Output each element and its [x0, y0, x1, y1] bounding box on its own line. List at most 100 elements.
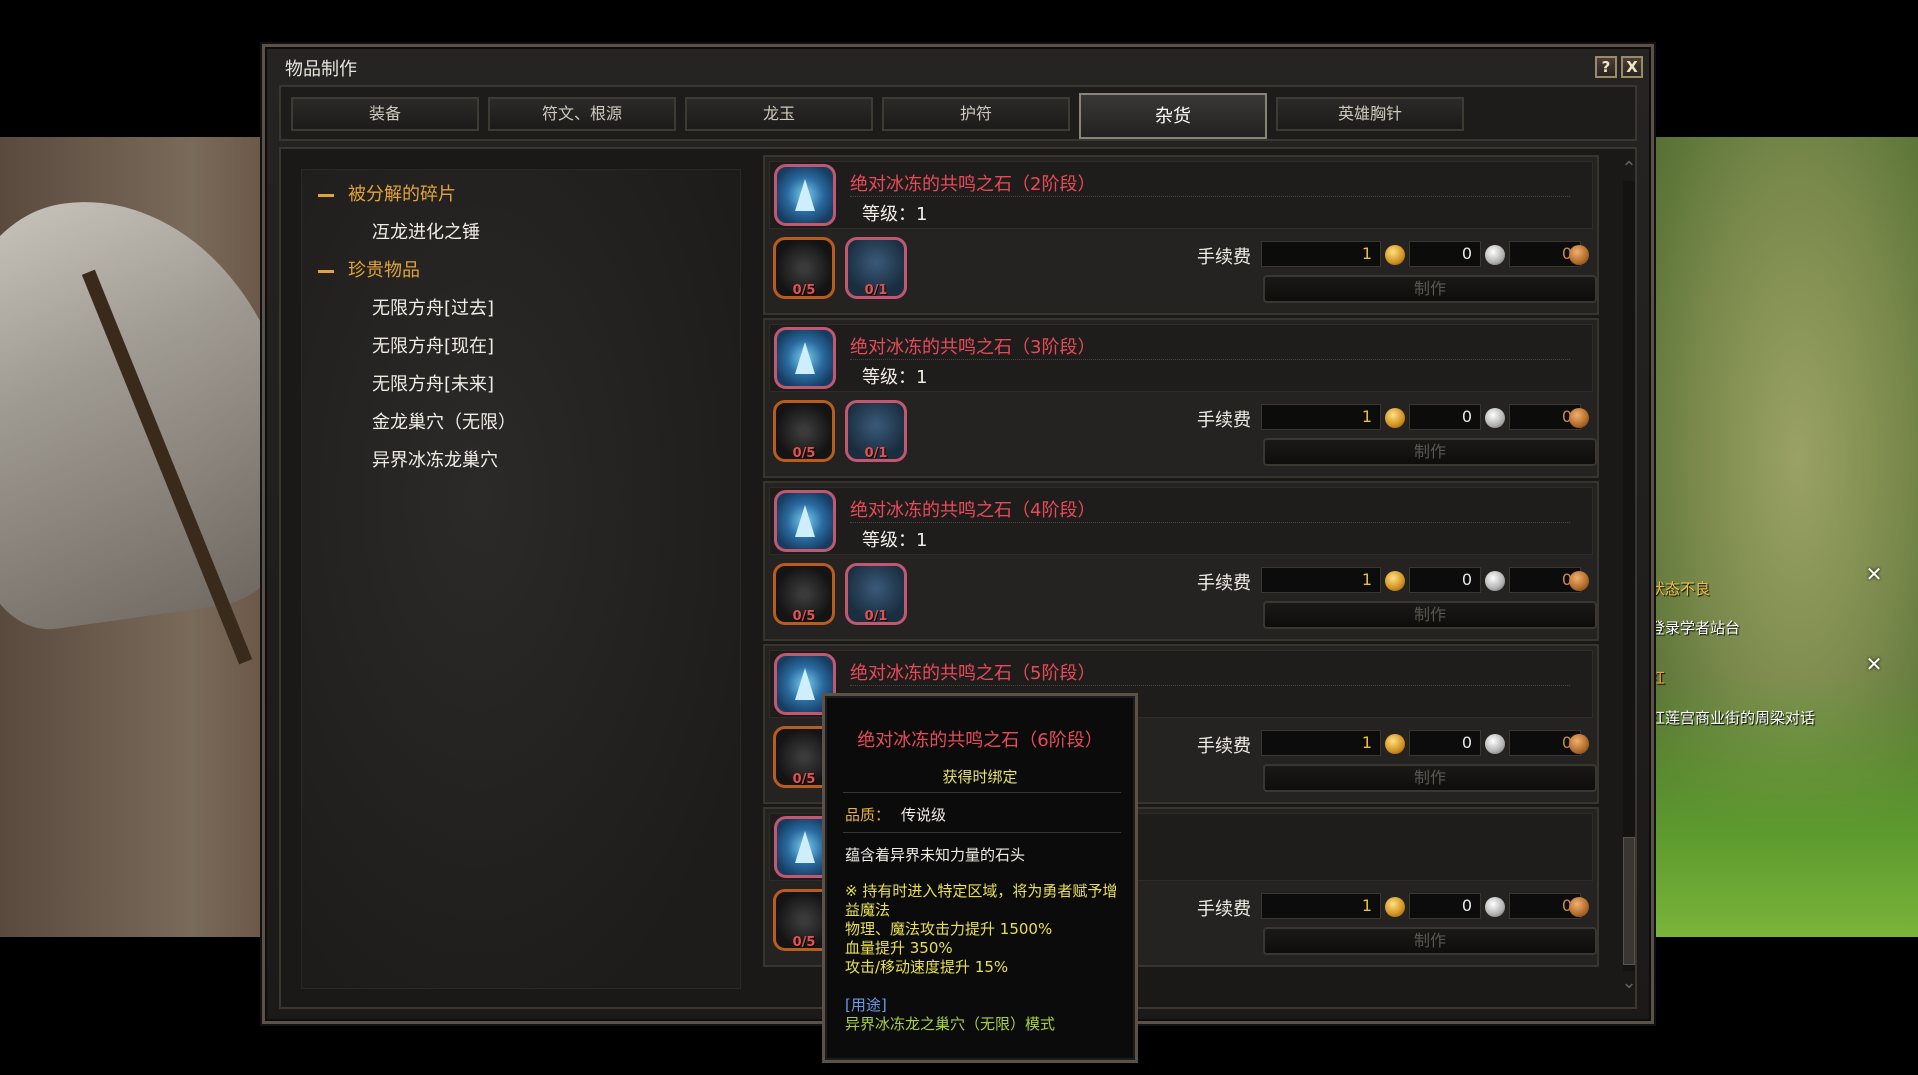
ice-castle-icon[interactable]	[774, 327, 836, 389]
tab-equipment[interactable]: 装备	[291, 97, 479, 131]
recipe-header: 绝对冰冻的共鸣之石（4阶段） 等级：1	[769, 487, 1593, 555]
fee-label: 手续费	[1197, 899, 1251, 920]
tooltip-effect: 物理、魔法攻击力提升 1500%	[845, 920, 1053, 938]
craft-button[interactable]: 制作	[1263, 764, 1597, 792]
recipe-scrollbar[interactable]: ⌃ ⌄	[1619, 157, 1639, 995]
craft-button[interactable]: 制作	[1263, 927, 1597, 955]
tooltip-effect: 攻击/移动速度提升 15%	[845, 958, 1009, 976]
close-icon[interactable]: ✕	[1864, 564, 1884, 584]
fee-label: 手续费	[1197, 247, 1251, 268]
gold-coin-icon	[1385, 571, 1405, 591]
tree-item[interactable]: 冱龙进化之锤	[372, 218, 480, 244]
ice-castle-icon[interactable]	[774, 164, 836, 226]
tree-item[interactable]: 异界冰冻龙巢穴	[372, 446, 498, 472]
gold-coin-icon	[1385, 897, 1405, 917]
craft-button[interactable]: 制作	[1263, 438, 1597, 466]
help-button[interactable]: ?	[1595, 56, 1617, 78]
item-tooltip: 绝对冰冻的共鸣之石（6阶段） 获得时绑定 品质： 传说级 蕴含着异界未知力量的石…	[822, 693, 1138, 1063]
dark-shard-icon[interactable]: 0/5	[773, 237, 835, 299]
tooltip-effect: ※ 持有时进入特定区域，将为勇者赋予增益魔法	[845, 882, 1118, 919]
dark-shard-icon[interactable]: 0/5	[773, 400, 835, 462]
silver-fee: 0	[1409, 404, 1481, 430]
recipe-name: 绝对冰冻的共鸣之石（4阶段）	[850, 500, 1096, 521]
tooltip-quality-label: 品质：	[845, 806, 891, 824]
silver-fee: 0	[1409, 893, 1481, 919]
gold-fee: 1	[1261, 730, 1381, 756]
ice-castle-material-icon[interactable]: 0/1	[845, 563, 907, 625]
recipe-level: 等级：1	[862, 204, 928, 225]
tooltip-quality-value: 传说级	[901, 806, 947, 824]
recipe-name: 绝对冰冻的共鸣之石（3阶段）	[850, 337, 1096, 358]
gold-coin-icon	[1385, 245, 1405, 265]
ice-castle-material-icon[interactable]: 0/1	[845, 237, 907, 299]
tree-item[interactable]: 无限方舟[现在]	[372, 332, 494, 358]
fee-label: 手续费	[1197, 410, 1251, 431]
fee-label: 手续费	[1197, 736, 1251, 757]
tab-hero-brooch[interactable]: 英雄胸针	[1276, 97, 1464, 131]
gold-fee: 1	[1261, 404, 1381, 430]
silver-fee: 0	[1409, 241, 1481, 267]
tree-item[interactable]: 金龙巢穴（无限）	[372, 408, 516, 434]
close-icon[interactable]: ✕	[1864, 654, 1884, 674]
divider	[843, 832, 1121, 833]
tree-item[interactable]: 无限方舟[过去]	[372, 294, 494, 320]
silver-coin-icon	[1485, 571, 1505, 591]
ice-castle-icon[interactable]	[774, 490, 836, 552]
gold-coin-icon	[1385, 408, 1405, 428]
scroll-thumb[interactable]	[1623, 837, 1635, 965]
recipe-entry: 绝对冰冻的共鸣之石（2阶段） 等级：1 0/5 0/1 手续费 1 0 0 制作	[763, 155, 1599, 315]
recipe-header: 绝对冰冻的共鸣之石（2阶段） 等级：1	[769, 161, 1593, 229]
tab-talisman[interactable]: 护符	[882, 97, 1070, 131]
bronze-coin-icon	[1569, 571, 1589, 591]
tooltip-use-label: [用途]	[845, 996, 887, 1014]
quest-tracker-item[interactable]: 红莲宫商业街的周梁对话	[1650, 707, 1910, 728]
tooltip-description: 蕴含着异界未知力量的石头	[845, 846, 1026, 864]
divider	[843, 792, 1121, 793]
silver-fee: 0	[1409, 567, 1481, 593]
bronze-coin-icon	[1569, 245, 1589, 265]
tooltip-item-name: 绝对冰冻的共鸣之石（6阶段）	[857, 730, 1103, 751]
recipe-level: 等级：1	[862, 367, 928, 388]
tab-runes[interactable]: 符文、根源	[488, 97, 676, 131]
silver-fee: 0	[1409, 730, 1481, 756]
craft-button[interactable]: 制作	[1263, 275, 1597, 303]
tree-category[interactable]: 被分解的碎片	[318, 180, 456, 206]
tab-dragon-jade[interactable]: 龙玉	[685, 97, 873, 131]
gold-fee: 1	[1261, 893, 1381, 919]
tree-category[interactable]: 珍贵物品	[318, 256, 420, 282]
tab-misc[interactable]: 杂货	[1079, 93, 1267, 139]
scroll-down-icon[interactable]: ⌄	[1621, 974, 1637, 992]
bronze-coin-icon	[1569, 897, 1589, 917]
recipe-name: 绝对冰冻的共鸣之石（5阶段）	[850, 663, 1096, 684]
category-tree: 被分解的碎片 冱龙进化之锤 珍贵物品 无限方舟[过去] 无限方舟[现在] 无限方…	[301, 169, 741, 989]
tooltip-effect: 血量提升 350%	[845, 939, 953, 957]
collapse-icon[interactable]	[318, 193, 334, 197]
tooltip-use-mode: 异界冰冻龙之巢穴（无限）模式	[845, 1015, 1056, 1033]
close-button[interactable]: X	[1621, 56, 1643, 78]
tree-item[interactable]: 无限方舟[未来]	[372, 370, 494, 396]
gold-coin-icon	[1385, 734, 1405, 754]
scroll-up-icon[interactable]: ⌃	[1621, 160, 1637, 178]
collapse-icon[interactable]	[318, 269, 334, 273]
recipe-entry: 绝对冰冻的共鸣之石（4阶段） 等级：1 0/5 0/1 手续费 1 0 0 制作	[763, 481, 1599, 641]
silver-coin-icon	[1485, 245, 1505, 265]
bronze-coin-icon	[1569, 734, 1589, 754]
recipe-level: 等级：1	[862, 530, 928, 551]
category-tab-bar: 装备 符文、根源 龙玉 护符 杂货 英雄胸针	[279, 85, 1637, 141]
ice-castle-material-icon[interactable]: 0/1	[845, 400, 907, 462]
dark-shard-icon[interactable]: 0/5	[773, 563, 835, 625]
recipe-name: 绝对冰冻的共鸣之石（2阶段）	[850, 174, 1096, 195]
quest-tracker-item[interactable]: 登录学者站台	[1650, 617, 1910, 638]
craft-button[interactable]: 制作	[1263, 601, 1597, 629]
tooltip-bind-status: 获得时绑定	[942, 768, 1018, 786]
silver-coin-icon	[1485, 897, 1505, 917]
gold-fee: 1	[1261, 241, 1381, 267]
recipe-entry: 绝对冰冻的共鸣之石（3阶段） 等级：1 0/5 0/1 手续费 1 0 0 制作	[763, 318, 1599, 478]
bronze-coin-icon	[1569, 408, 1589, 428]
fee-label: 手续费	[1197, 573, 1251, 594]
silver-coin-icon	[1485, 734, 1505, 754]
window-title: 物品制作	[285, 59, 357, 80]
silver-coin-icon	[1485, 408, 1505, 428]
recipe-header: 绝对冰冻的共鸣之石（3阶段） 等级：1	[769, 324, 1593, 392]
gold-fee: 1	[1261, 567, 1381, 593]
